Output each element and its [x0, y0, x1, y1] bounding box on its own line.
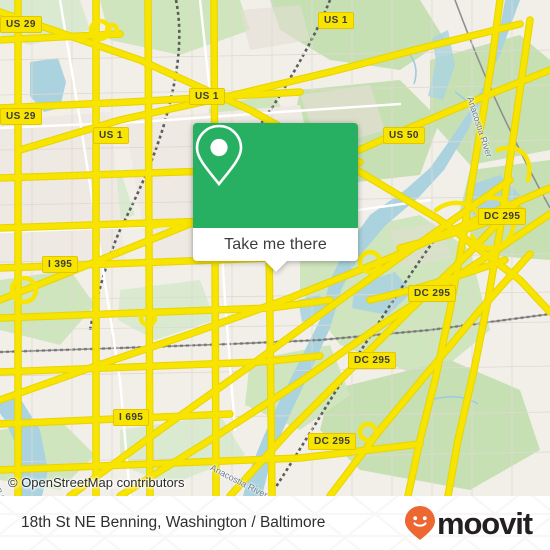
- location-address: 18th St NE Benning, Washington / Baltimo…: [21, 514, 326, 531]
- highway-shield: US 29: [0, 16, 42, 33]
- highway-shield: DC 295: [478, 208, 527, 225]
- location-callout-card[interactable]: Take me there: [193, 123, 358, 272]
- moovit-smiley-pin-icon: [404, 506, 435, 540]
- highway-shield: US 29: [0, 108, 42, 125]
- highway-shield: I 695: [113, 409, 150, 426]
- bottom-bar: 18th St NE Benning, Washington / Baltimo…: [0, 496, 550, 550]
- moovit-map-screenshot: .land{fill:#f2efe9} .park{fill:#cfe5bd} …: [0, 0, 550, 550]
- highway-shield: US 1: [318, 12, 354, 29]
- highway-shield: US 1: [189, 88, 225, 105]
- highway-shield: US 50: [383, 127, 425, 144]
- take-me-there-button[interactable]: Take me there: [193, 228, 358, 272]
- highway-shield: DC 295: [348, 352, 397, 369]
- highway-shield: DC 295: [308, 433, 357, 450]
- map-attribution[interactable]: © OpenStreetMap contributors: [8, 475, 185, 490]
- callout-tail: [264, 261, 287, 272]
- map-canvas[interactable]: .land{fill:#f2efe9} .park{fill:#cfe5bd} …: [0, 0, 550, 496]
- highway-shield: US 1: [93, 127, 129, 144]
- take-me-there-label: Take me there: [224, 235, 327, 253]
- moovit-wordmark: moovit: [436, 505, 533, 541]
- highway-shield: I 395: [42, 256, 79, 273]
- callout-pin-area: [193, 123, 358, 228]
- moovit-brand[interactable]: moovit: [404, 505, 533, 541]
- highway-shield: DC 295: [408, 285, 457, 302]
- map-pin-icon: [195, 124, 243, 187]
